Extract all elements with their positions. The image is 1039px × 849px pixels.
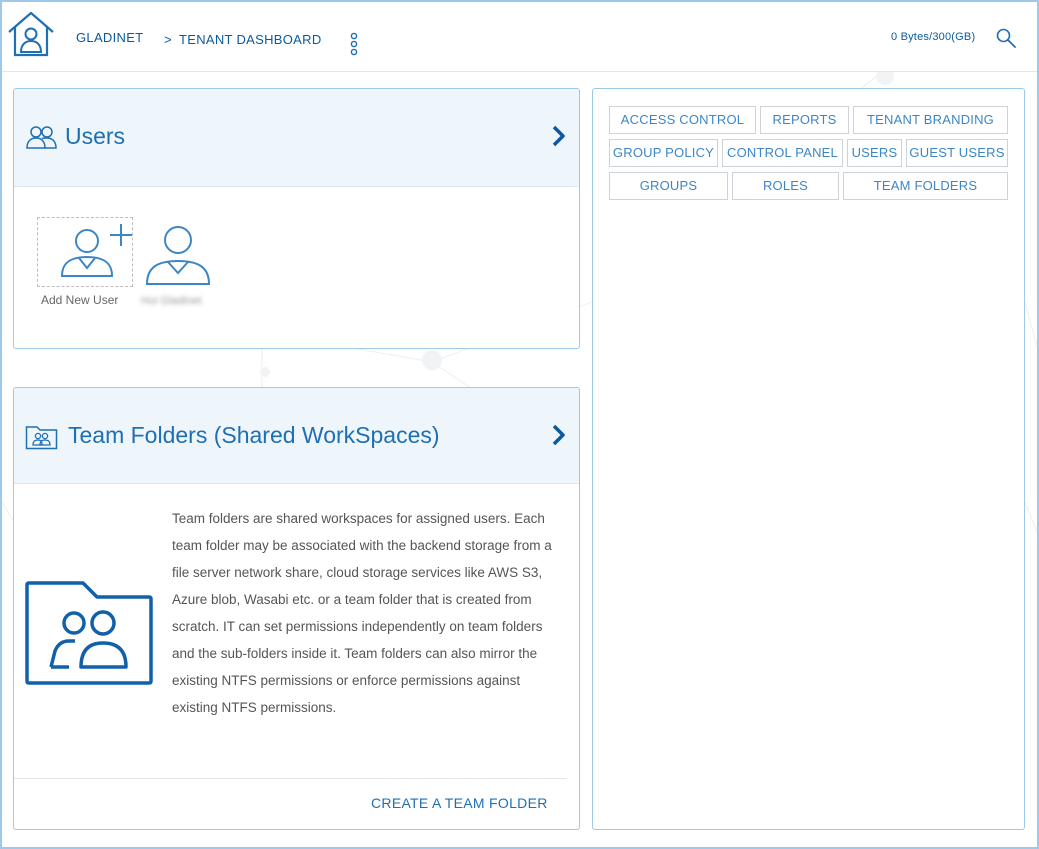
tenant-branding-button[interactable]: TENANT BRANDING [853,106,1008,134]
storage-quota-text: 0 Bytes/300(GB) [891,31,976,43]
breadcrumb-current-page: TENANT DASHBOARD [179,32,322,47]
reports-button[interactable]: REPORTS [760,106,849,134]
add-new-user-button[interactable] [37,217,133,287]
team-folders-description: Team folders are shared workspaces for a… [172,511,552,715]
users-panel-title: Users [65,123,126,149]
more-options-icon[interactable] [348,32,360,58]
add-new-user-label: Add New User [41,293,119,307]
home-icon[interactable] [6,10,56,58]
control-panel-button[interactable]: CONTROL PANEL [722,139,843,167]
chevron-right-icon[interactable] [551,125,567,147]
breadcrumb-root-link[interactable]: GLADINET [76,30,143,45]
team-folders-panel-header[interactable]: Team Folders (Shared WorkSpaces) [14,388,579,484]
team-folder-small-icon [25,426,58,450]
users-button[interactable]: USERS [847,139,902,167]
team-folders-button[interactable]: TEAM FOLDERS [843,172,1008,200]
users-panel-header[interactable]: Users [14,89,579,187]
user-avatar-tile[interactable] [142,219,214,289]
search-icon[interactable] [995,27,1017,49]
breadcrumb-separator: > [164,32,172,47]
user-name-label: Hui Gladinet [141,295,202,307]
add-user-icon [60,224,132,277]
group-policy-button[interactable]: GROUP POLICY [609,139,718,167]
create-team-folder-link[interactable]: CREATE A TEAM FOLDER [371,795,548,811]
divider [14,778,567,779]
users-panel: Users Add New User Hui Gladinet [13,88,580,349]
top-header-bar: GLADINET > TENANT DASHBOARD 0 Bytes/300(… [2,2,1037,72]
user-avatar-icon [145,226,211,285]
team-folders-panel: Team Folders (Shared WorkSpaces) Team fo… [13,387,580,830]
admin-menu-panel: ACCESS CONTROL REPORTS TENANT BRANDING G… [592,88,1025,830]
roles-button[interactable]: ROLES [732,172,839,200]
chevron-right-icon[interactable] [551,424,567,446]
users-icon [26,126,57,149]
groups-button[interactable]: GROUPS [609,172,728,200]
access-control-button[interactable]: ACCESS CONTROL [609,106,756,134]
team-folders-panel-title: Team Folders (Shared WorkSpaces) [68,422,440,448]
guest-users-button[interactable]: GUEST USERS [906,139,1008,167]
team-folder-large-icon [25,581,153,685]
app-window: GLADINET > TENANT DASHBOARD 0 Bytes/300(… [0,0,1039,849]
